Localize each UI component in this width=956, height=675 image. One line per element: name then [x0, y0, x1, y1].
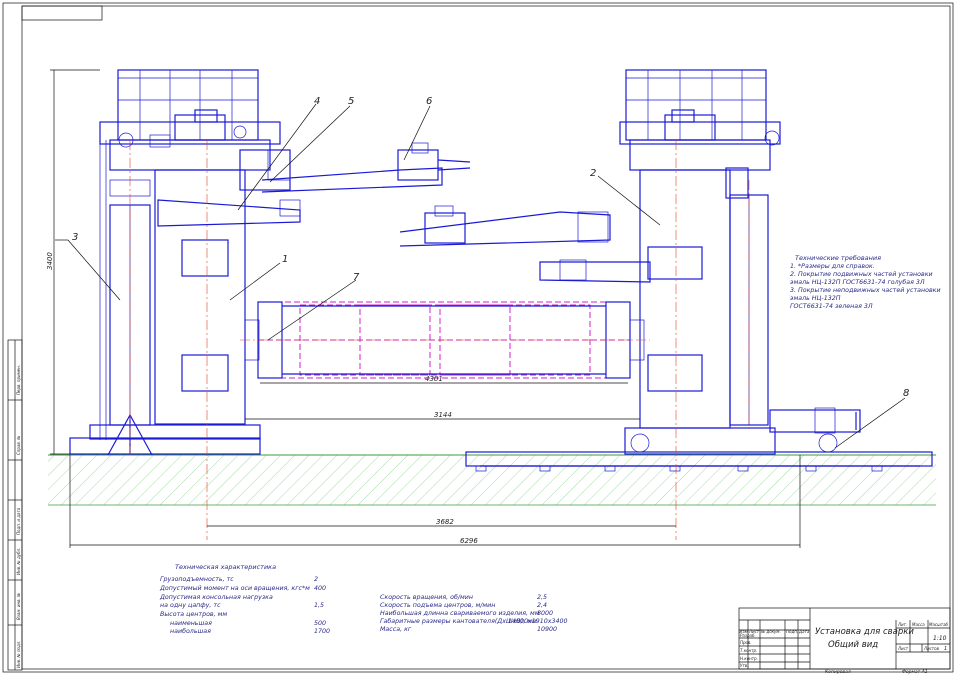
spec-label: на одну цапфу, тс	[160, 602, 221, 609]
left-column	[69, 69, 281, 456]
small-label: Лит.	[897, 622, 907, 627]
small-label: Масса	[912, 622, 925, 627]
callout-3: 3	[72, 232, 78, 243]
requirements-title: Технические требования	[795, 254, 881, 262]
sheet-frame	[2, 2, 954, 673]
requirements-line: ГОСТ6631-74 зеленая 3Л	[790, 303, 873, 310]
spec-label: наименьшая	[170, 620, 212, 627]
dim-span2: 3144	[434, 411, 452, 419]
callout-6: 6	[426, 96, 432, 107]
title-block: Изм Лист № докум. Подп. Дата Разраб. Про…	[738, 607, 951, 675]
drawing-title: Установка для сварки	[815, 627, 914, 637]
spec-label: Высота центров, мм	[160, 611, 227, 618]
spec-label: Допустимая консольная нагрузка	[159, 594, 273, 601]
scale-value: 1:10	[933, 635, 947, 642]
drawing-subtitle: Общий вид	[828, 640, 878, 650]
stamp-label: Инв. № дубл.	[16, 548, 21, 575]
stamp-label: Взам. инв. №	[16, 593, 21, 620]
small-label: Масштаб	[929, 622, 949, 627]
callout-8: 8	[903, 388, 909, 399]
spec-value: 1700	[314, 628, 330, 635]
dim-span3: 3682	[436, 518, 454, 526]
spec-value: 2	[314, 576, 318, 583]
spec-label: Скорость подъема центров, м/мин	[380, 602, 495, 609]
requirements-line: эмаль НЦ-132П ГОСТ6631-74 голубая 3Л	[790, 278, 925, 286]
spec-value: 1,5	[314, 602, 324, 609]
requirements-line: 3. Покрытие неподвижных частей установки	[790, 287, 941, 294]
requirements-line: эмаль НЦ-132П	[790, 295, 841, 302]
spec-value: 2,4	[537, 602, 547, 609]
spec-label: Скорость вращения, об/мин	[380, 593, 473, 601]
spec-label: Грузоподъемность, тс	[160, 576, 234, 583]
row-label: Утв.	[740, 663, 748, 668]
requirements-line: 1. *Размеры для справок.	[790, 263, 875, 270]
row-label: Т.контр.	[740, 648, 757, 653]
lower-arm	[399, 205, 651, 283]
row-label: Пров.	[740, 640, 752, 645]
stamp-label: Перв. примен.	[16, 365, 21, 395]
row-label: Разраб.	[740, 633, 756, 638]
copied-label: Копировал	[825, 669, 851, 675]
callouts: 1 2 3 4 5 6 7 8	[72, 96, 909, 399]
spec-value: 500	[314, 620, 326, 627]
callout-7: 7	[353, 272, 360, 283]
col-label: № докум.	[760, 629, 781, 634]
sheets-value: 1	[944, 646, 947, 652]
right-column	[619, 69, 861, 455]
col-label: Подп.	[786, 629, 798, 634]
spec-label: Допустимый момент на оси вращения, кгс*м	[159, 585, 310, 592]
sheet-label: Лист	[897, 646, 909, 651]
callout-1: 1	[282, 254, 288, 265]
spec-value: 400	[314, 585, 326, 592]
col-label: Дата	[798, 629, 810, 634]
specs-title: Техническая характеристика	[175, 563, 276, 571]
dim-span1: 4301	[425, 375, 443, 383]
spec-label: Наибольшая длинна свариваемого изделия, …	[380, 609, 540, 617]
stamp-label: Подп. и дата	[16, 507, 21, 535]
row-label: Н.контр.	[740, 656, 758, 661]
ground	[48, 454, 936, 506]
dim-overall: 6296	[460, 537, 478, 545]
requirements-line: 2. Покрытие подвижных частей установки	[790, 271, 933, 278]
stamp-label: Инв. № подл.	[16, 640, 21, 668]
dim-height: 3400	[46, 252, 54, 270]
spec-value: 14000х1910х3400	[508, 618, 568, 625]
format-label: Формат А1	[902, 669, 928, 675]
technical-specs: Техническая характеристика Грузоподъемно…	[159, 563, 568, 635]
spec-value: 10900	[537, 626, 557, 633]
spec-label: Масса, кг	[380, 626, 412, 633]
spec-value: 2,5	[537, 594, 547, 601]
stamp-label: Справ. №	[16, 436, 21, 455]
callout-4: 4	[314, 96, 320, 107]
spec-label: наибольшая	[170, 627, 211, 635]
callout-2: 2	[590, 168, 596, 179]
upper-arm	[157, 142, 471, 227]
sheets-label: Листов	[923, 646, 940, 651]
assembly-drawing: Перв. примен. Справ. № Подп. и дата Инв.…	[2, 2, 954, 675]
technical-requirements: Технические требования 1. *Размеры для с…	[790, 254, 941, 310]
spec-value: 8000	[537, 610, 553, 617]
side-stamp: Перв. примен. Справ. № Подп. и дата Инв.…	[7, 339, 23, 671]
callout-5: 5	[348, 96, 354, 107]
